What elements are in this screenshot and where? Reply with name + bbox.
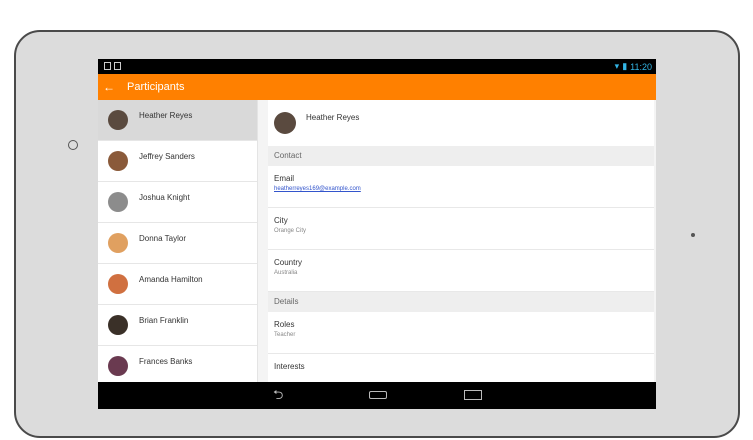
status-time: 11:20 [630, 61, 652, 72]
city-label: City [274, 216, 288, 225]
detail-header: Heather Reyes [268, 100, 654, 146]
participant-name: Amanda Hamilton [139, 274, 203, 284]
participant-name: Frances Banks [139, 356, 193, 366]
email-label: Email [274, 174, 295, 183]
participant-name: Joshua Knight [139, 192, 190, 202]
arrow-back-icon[interactable]: ← [103, 80, 117, 94]
participant-item[interactable]: Frances Banks [98, 346, 257, 382]
participant-item[interactable]: Amanda Hamilton [98, 264, 257, 305]
section-details: Details [268, 292, 654, 312]
device-screen: ▾ ▮ 11:20 ← Participants Heather Reyes J… [98, 59, 656, 409]
avatar [274, 112, 296, 134]
roles-value: Teacher [274, 332, 296, 338]
participant-item[interactable]: Joshua Knight [98, 182, 257, 223]
detail-name: Heather Reyes [306, 112, 360, 122]
section-contact: Contact [268, 146, 654, 166]
participant-name: Brian Franklin [139, 315, 189, 325]
city-field: City Orange City [268, 208, 654, 250]
action-bar: ← Participants [98, 74, 656, 100]
avatar [108, 356, 128, 376]
avatar [108, 151, 128, 171]
participant-item[interactable]: Donna Taylor [98, 223, 257, 264]
battery-icon: ▮ [622, 61, 628, 71]
participant-name: Jeffrey Sanders [139, 151, 195, 161]
participant-item[interactable]: Brian Franklin [98, 305, 257, 346]
city-value: Orange City [274, 228, 307, 234]
action-bar-title: Participants [127, 81, 185, 93]
image-notification-icon [114, 62, 121, 70]
recent-apps-icon[interactable] [464, 390, 482, 400]
avatar [108, 274, 128, 294]
home-nav-icon[interactable] [369, 391, 387, 399]
email-link[interactable]: heatherreyes169@example.com [274, 186, 654, 192]
roles-field: Roles Teacher [268, 312, 654, 354]
status-bar: ▾ ▮ 11:20 [98, 59, 656, 74]
avatar [108, 110, 128, 130]
avatar [108, 192, 128, 212]
interests-label: Interests [274, 362, 305, 371]
interests-field: Interests [268, 354, 654, 382]
roles-label: Roles [274, 320, 295, 329]
avatar [108, 315, 128, 335]
avatar [108, 233, 128, 253]
country-field: Country Australia [268, 250, 654, 292]
participant-name: Donna Taylor [139, 233, 186, 243]
notification-icon [104, 62, 111, 70]
country-label: Country [274, 258, 303, 267]
country-value: Australia [274, 270, 298, 276]
participant-item[interactable]: Jeffrey Sanders [98, 141, 257, 182]
email-field: Email heatherreyes169@example.com [268, 166, 654, 208]
back-nav-icon[interactable]: ⮌ [273, 388, 283, 402]
navigation-bar: ⮌ [98, 382, 656, 409]
participants-list: Heather Reyes Jeffrey Sanders Joshua Kni… [98, 100, 258, 382]
participant-detail: Heather Reyes Contact Email heatherreyes… [258, 100, 656, 382]
front-camera [68, 140, 78, 150]
participant-item[interactable]: Heather Reyes [98, 100, 257, 141]
participant-name: Heather Reyes [139, 110, 193, 120]
light-sensor [691, 233, 695, 237]
wifi-icon: ▾ [614, 61, 620, 71]
